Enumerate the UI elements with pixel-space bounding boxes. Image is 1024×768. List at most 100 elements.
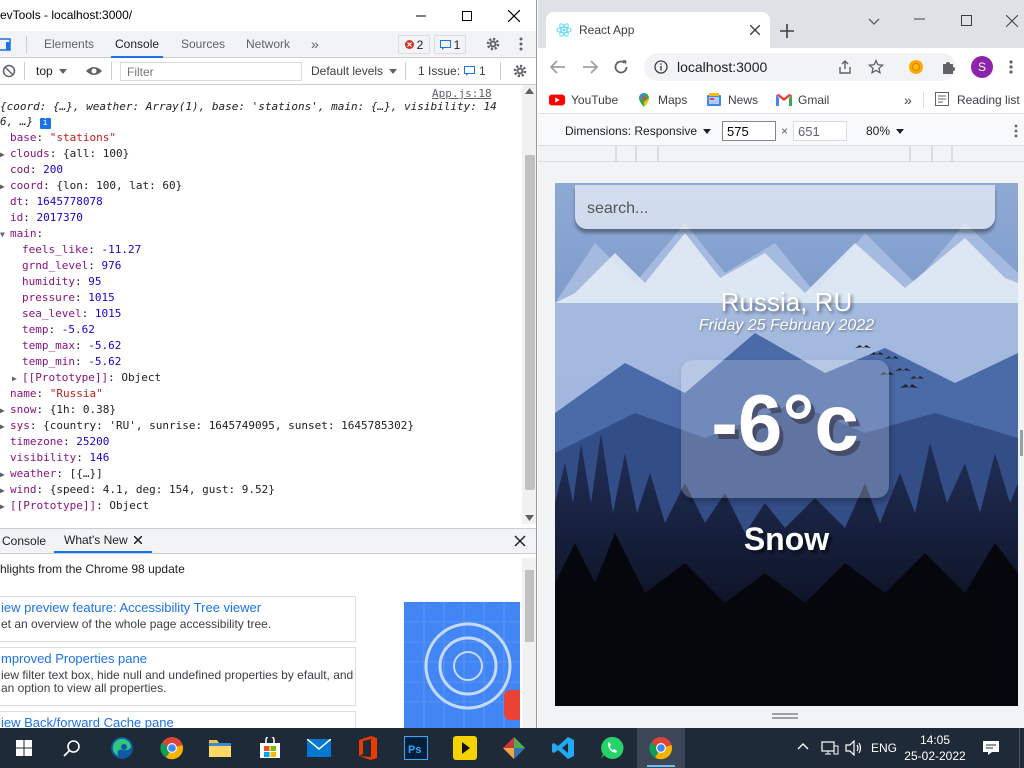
reload-button[interactable] xyxy=(613,59,629,75)
taskbar-chrome[interactable] xyxy=(148,728,196,768)
object-property-row[interactable]: ▶ sys: {country: 'RU', sunrise: 164574909… xyxy=(0,418,414,435)
customize-menu-button[interactable] xyxy=(513,36,529,52)
reading-list-button[interactable]: Reading list xyxy=(935,92,1020,108)
maximize-button[interactable] xyxy=(961,15,972,26)
bookmark-youtube[interactable]: YouTube xyxy=(549,92,618,108)
object-property-row[interactable]: ▶ snow: {1h: 0.38} xyxy=(0,402,116,419)
taskbar-mail[interactable] xyxy=(295,728,343,768)
whats-new-item[interactable]: mproved Properties pane iew filter text … xyxy=(0,647,356,706)
taskbar-chrome-active[interactable] xyxy=(637,728,685,768)
whats-new-link[interactable]: mproved Properties pane xyxy=(1,651,355,666)
bookmark-star-button[interactable] xyxy=(868,59,884,75)
log-levels-dropdown[interactable]: Default levels xyxy=(311,64,398,78)
expand-triangle-icon[interactable]: ▶ xyxy=(0,403,10,419)
object-property-row[interactable]: ▶ [[Prototype]]: Object xyxy=(0,498,149,515)
taskbar-edge[interactable] xyxy=(98,728,146,768)
whats-new-item[interactable]: iew preview feature: Accessibility Tree … xyxy=(0,596,356,642)
console-settings-button[interactable] xyxy=(512,63,528,79)
new-tab-button[interactable] xyxy=(780,24,794,38)
device-toolbar-toggle[interactable] xyxy=(0,37,14,51)
forward-button[interactable] xyxy=(582,60,598,74)
notifications-button[interactable] xyxy=(982,740,1000,756)
tab-elements[interactable]: Elements xyxy=(44,31,94,58)
close-window-button[interactable] xyxy=(1006,15,1018,27)
object-summary-line[interactable]: {coord: {…}, weather: Array(1), base: 's… xyxy=(0,99,497,115)
taskbar-office[interactable] xyxy=(344,728,392,768)
info-icon[interactable]: i xyxy=(39,118,51,129)
object-property-row[interactable]: ▶ weather: [{…}] xyxy=(0,466,103,483)
live-expression-button[interactable] xyxy=(85,64,103,78)
close-tab-button[interactable] xyxy=(750,25,760,35)
whats-new-link[interactable]: iew preview feature: Accessibility Tree … xyxy=(1,600,355,615)
browser-tab[interactable]: React App xyxy=(546,12,770,48)
console-scrollbar-thumb[interactable] xyxy=(525,155,535,490)
expand-triangle-icon[interactable]: ▶ xyxy=(0,499,10,515)
object-property-row[interactable]: ▶ coord: {lon: 100, lat: 60} xyxy=(0,178,182,195)
site-info-button[interactable] xyxy=(654,60,668,74)
scroll-down-arrow[interactable] xyxy=(525,515,534,521)
chrome-menu-button[interactable] xyxy=(1008,59,1014,75)
taskbar-git[interactable] xyxy=(490,728,538,768)
tab-console[interactable]: Console xyxy=(111,31,164,58)
settings-button[interactable] xyxy=(485,36,501,52)
viewport-resize-handle[interactable] xyxy=(772,713,798,719)
issues-button[interactable]: 1 Issue: 1 xyxy=(418,64,486,78)
minimize-button[interactable] xyxy=(914,18,925,20)
bookmark-news[interactable]: News xyxy=(706,92,758,108)
back-button[interactable] xyxy=(550,60,566,74)
devtools-titlebar[interactable]: evTools - localhost:3000/ xyxy=(0,0,536,31)
object-property-row[interactable]: ▶ clouds: {all: 100} xyxy=(0,146,129,163)
collapse-triangle-icon[interactable]: ▼ xyxy=(0,227,10,243)
whats-new-item[interactable]: iew Back/forward Cache pane xyxy=(0,711,356,728)
share-button[interactable] xyxy=(837,59,853,75)
volume-button[interactable] xyxy=(845,740,863,756)
tab-sources[interactable]: Sources xyxy=(181,31,225,58)
bookmark-gmail[interactable]: Gmail xyxy=(776,92,829,108)
media-query-ruler[interactable] xyxy=(538,146,1024,162)
drawer-scrollbar-thumb[interactable] xyxy=(525,570,534,642)
taskbar-file-explorer[interactable] xyxy=(196,728,244,768)
whats-new-link[interactable]: iew Back/forward Cache pane xyxy=(1,715,355,728)
expand-triangle-icon[interactable]: ▶ xyxy=(0,467,10,483)
expand-triangle-icon[interactable]: ▶ xyxy=(0,483,10,499)
errors-counter[interactable]: 2 xyxy=(398,35,430,54)
clear-console-button[interactable] xyxy=(2,64,16,78)
taskbar-vscode[interactable] xyxy=(539,728,587,768)
messages-counter[interactable]: 1 xyxy=(434,35,466,54)
close-icon[interactable] xyxy=(133,536,142,544)
profile-avatar[interactable]: S xyxy=(971,56,993,78)
object-property-row[interactable]: ▶ wind: {speed: 4.1, deg: 154, gust: 9.52… xyxy=(0,482,275,499)
network-button[interactable] xyxy=(821,740,839,756)
context-selector[interactable]: top xyxy=(36,64,67,78)
more-bookmarks-button[interactable]: » xyxy=(904,92,912,108)
expand-triangle-icon[interactable]: ▶ xyxy=(0,179,10,195)
taskbar-photoshop[interactable]: Ps xyxy=(392,728,440,768)
dimensions-dropdown[interactable]: Dimensions: Responsive xyxy=(565,124,712,138)
extension-button[interactable] xyxy=(908,59,924,75)
object-property-row[interactable]: ▼ main: xyxy=(0,226,50,243)
more-tabs-button[interactable]: » xyxy=(311,31,319,58)
object-property-row[interactable]: ▶ [[Prototype]]: Object xyxy=(12,370,161,387)
search-box[interactable] xyxy=(575,185,995,229)
expand-triangle-icon[interactable]: ▶ xyxy=(12,371,22,387)
taskbar-player[interactable] xyxy=(441,728,489,768)
expand-triangle-icon[interactable]: ▶ xyxy=(0,147,10,163)
search-button[interactable] xyxy=(48,728,96,768)
scroll-up-arrow[interactable] xyxy=(525,88,534,94)
drawer-tab-console[interactable]: Console xyxy=(2,529,46,553)
tab-search-button[interactable] xyxy=(868,18,880,26)
console-output[interactable]: App.js:18 {coord: {…}, weather: Array(1)… xyxy=(0,85,522,524)
expand-triangle-icon[interactable]: ▶ xyxy=(0,419,10,435)
taskbar-whatsapp[interactable] xyxy=(588,728,636,768)
clock[interactable]: 14:05 25-02-2022 xyxy=(900,732,970,766)
close-button[interactable] xyxy=(491,0,536,31)
viewport-width-input[interactable] xyxy=(722,121,776,141)
taskbar-store[interactable] xyxy=(246,728,294,768)
close-drawer-button[interactable] xyxy=(514,535,526,547)
show-desktop-button[interactable] xyxy=(1019,728,1024,768)
device-toolbar-menu-button[interactable] xyxy=(1014,124,1018,138)
search-input[interactable] xyxy=(575,185,995,229)
start-button[interactable] xyxy=(0,728,48,768)
viewport-height-input[interactable] xyxy=(793,121,847,141)
bookmark-maps[interactable]: Maps xyxy=(636,92,687,108)
